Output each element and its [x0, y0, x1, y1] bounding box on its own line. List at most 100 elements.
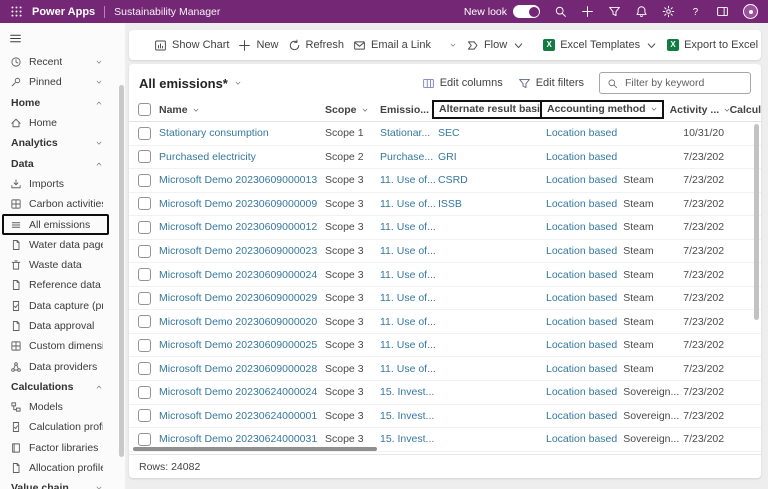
cell-accounting[interactable]: Location based: [546, 151, 623, 163]
excel-templates-button[interactable]: X Excel Templates: [543, 39, 658, 52]
table-row[interactable]: Microsoft Demo 20230609000024 Scope 3 11. …: [129, 263, 761, 287]
column-header-scope[interactable]: Scope: [325, 104, 380, 116]
gear-icon[interactable]: [662, 5, 675, 18]
flow-button[interactable]: Flow: [466, 39, 525, 52]
cell-name[interactable]: Microsoft Demo 20230609000009: [159, 198, 325, 210]
row-checkbox[interactable]: [137, 197, 151, 211]
column-header-name[interactable]: Name: [159, 104, 325, 116]
cell-name[interactable]: Microsoft Demo 20230609000024: [159, 269, 325, 281]
sidebar-item-home[interactable]: Home: [2, 113, 109, 133]
cell-emission[interactable]: 11. Use of...: [380, 198, 438, 210]
sidebar-item-water-data-page[interactable]: Water data page: [2, 235, 109, 255]
sidebar-item-custom-dimensions[interactable]: Custom dimensions: [2, 336, 109, 356]
cell-name[interactable]: Microsoft Demo 20230624000001: [159, 410, 325, 422]
row-checkbox[interactable]: [137, 432, 151, 446]
sidebar-scrollbar[interactable]: [119, 85, 124, 457]
row-checkbox[interactable]: [137, 362, 151, 376]
cell-emission[interactable]: Purchase...: [380, 151, 438, 163]
cell-accounting[interactable]: Location based: [546, 316, 623, 328]
cell-accounting[interactable]: Location based: [546, 292, 623, 304]
cell-emission[interactable]: 11. Use of...: [380, 221, 438, 233]
cell-name[interactable]: Microsoft Demo 20230624000024: [159, 386, 325, 398]
sidebar-group-data[interactable]: Data: [2, 153, 109, 173]
cell-name[interactable]: Microsoft Demo 20230609000029: [159, 292, 325, 304]
table-row[interactable]: Microsoft Demo 20230609000009 Scope 3 11. …: [129, 193, 761, 217]
filter-icon[interactable]: [608, 5, 621, 18]
cell-emission[interactable]: 15. Invest...: [380, 410, 438, 422]
row-checkbox[interactable]: [137, 126, 151, 140]
table-row[interactable]: Microsoft Demo 20230609000012 Scope 3 11. …: [129, 216, 761, 240]
cell-name[interactable]: Microsoft Demo 20230624000031: [159, 433, 325, 445]
cell-emission[interactable]: 11. Use of...: [380, 339, 438, 351]
cell-accounting[interactable]: Location based: [546, 269, 623, 281]
cell-basis[interactable]: SEC: [438, 127, 546, 139]
select-all-checkbox[interactable]: [137, 103, 151, 116]
sidebar-item-data-capture-pre[interactable]: Data capture (pre...: [2, 296, 109, 316]
cell-basis[interactable]: CSRD: [438, 174, 546, 186]
search-icon[interactable]: [554, 5, 567, 18]
add-icon[interactable]: [581, 5, 594, 18]
email-link-button[interactable]: Email a Link: [353, 39, 431, 52]
cell-emission[interactable]: 11. Use of...: [380, 292, 438, 304]
new-look-toggle[interactable]: [513, 5, 540, 18]
edit-columns-button[interactable]: Edit columns: [422, 77, 503, 90]
edit-filters-button[interactable]: Edit filters: [518, 77, 584, 90]
sidebar-item-calculation-profiles[interactable]: Calculation profiles: [2, 417, 109, 437]
sidebar-group-analytics[interactable]: Analytics: [2, 133, 109, 153]
sidebar-item-imports[interactable]: Imports: [2, 174, 109, 194]
cell-accounting[interactable]: Location based: [546, 433, 623, 445]
sidebar-item-carbon-activities[interactable]: Carbon activities: [2, 194, 109, 214]
table-row[interactable]: Microsoft Demo 20230624000024 Scope 3 15. …: [129, 381, 761, 405]
column-header-accounting[interactable]: Accounting method: [540, 100, 670, 119]
column-header-date[interactable]: Calculat...: [730, 104, 761, 116]
cell-accounting[interactable]: Location based: [546, 127, 623, 139]
table-row[interactable]: Microsoft Demo 20230609000023 Scope 3 11. …: [129, 240, 761, 264]
row-checkbox[interactable]: [137, 315, 151, 329]
table-row[interactable]: Microsoft Demo 20230609000029 Scope 3 11. …: [129, 287, 761, 311]
table-row[interactable]: Stationary consumption Scope 1 Stationar..…: [129, 122, 761, 146]
waffle-icon[interactable]: [10, 5, 23, 18]
sidebar-item-allocation-profiles[interactable]: Allocation profiles...: [2, 458, 109, 478]
row-checkbox[interactable]: [137, 220, 151, 234]
hamburger-menu-icon[interactable]: [9, 32, 22, 45]
cell-accounting[interactable]: Location based: [546, 245, 623, 257]
cell-basis[interactable]: ISSB: [438, 198, 546, 210]
bell-icon[interactable]: [635, 5, 648, 18]
table-row[interactable]: Microsoft Demo 20230609000020 Scope 3 11. …: [129, 310, 761, 334]
row-checkbox[interactable]: [137, 244, 151, 258]
sidebar-item-waste-data[interactable]: Waste data: [2, 255, 109, 275]
cell-name[interactable]: Microsoft Demo 20230609000028: [159, 363, 325, 375]
cell-accounting[interactable]: Location based: [546, 410, 623, 422]
export-to-excel-button[interactable]: X Export to Excel: [667, 39, 758, 51]
sidebar-item-all-emissions[interactable]: All emissions: [2, 214, 109, 235]
cell-emission[interactable]: 11. Use of...: [380, 316, 438, 328]
cell-accounting[interactable]: Location based: [546, 363, 623, 375]
table-row[interactable]: Microsoft Demo 20230624000001 Scope 3 15. …: [129, 405, 761, 429]
cell-accounting[interactable]: Location based: [546, 386, 623, 398]
view-selector-chevron-icon[interactable]: [234, 79, 242, 87]
sidebar-item-factor-libraries[interactable]: Factor libraries: [2, 438, 109, 458]
column-header-emission[interactable]: Emissio...: [380, 104, 440, 116]
cell-name[interactable]: Purchased electricity: [159, 151, 325, 163]
row-checkbox[interactable]: [137, 338, 151, 352]
cell-basis[interactable]: GRI: [438, 151, 546, 163]
cell-name[interactable]: Microsoft Demo 20230609000023: [159, 245, 325, 257]
row-checkbox[interactable]: [137, 173, 151, 187]
sidebar-group-value-chain[interactable]: Value chain: [2, 478, 109, 489]
sidebar-item-models[interactable]: Models: [2, 397, 109, 417]
panels-icon[interactable]: [716, 5, 729, 18]
cell-name[interactable]: Microsoft Demo 20230609000025: [159, 339, 325, 351]
cell-accounting[interactable]: Location based: [546, 221, 623, 233]
row-checkbox[interactable]: [137, 385, 151, 399]
table-row[interactable]: Microsoft Demo 20230609000025 Scope 3 11. …: [129, 334, 761, 358]
cell-emission[interactable]: 11. Use of...: [380, 363, 438, 375]
cell-accounting[interactable]: Location based: [546, 174, 623, 186]
column-header-basis[interactable]: Alternate result basis↓: [432, 100, 574, 119]
sidebar-item-reference-data[interactable]: Reference data: [2, 275, 109, 295]
user-avatar[interactable]: [743, 4, 758, 19]
sidebar-item-data-approval[interactable]: Data approval: [2, 316, 109, 336]
sidebar-group-home[interactable]: Home: [2, 93, 109, 113]
vertical-scrollbar[interactable]: [754, 124, 759, 320]
cell-emission[interactable]: Stationar...: [380, 127, 438, 139]
horizontal-scrollbar[interactable]: [133, 447, 377, 451]
